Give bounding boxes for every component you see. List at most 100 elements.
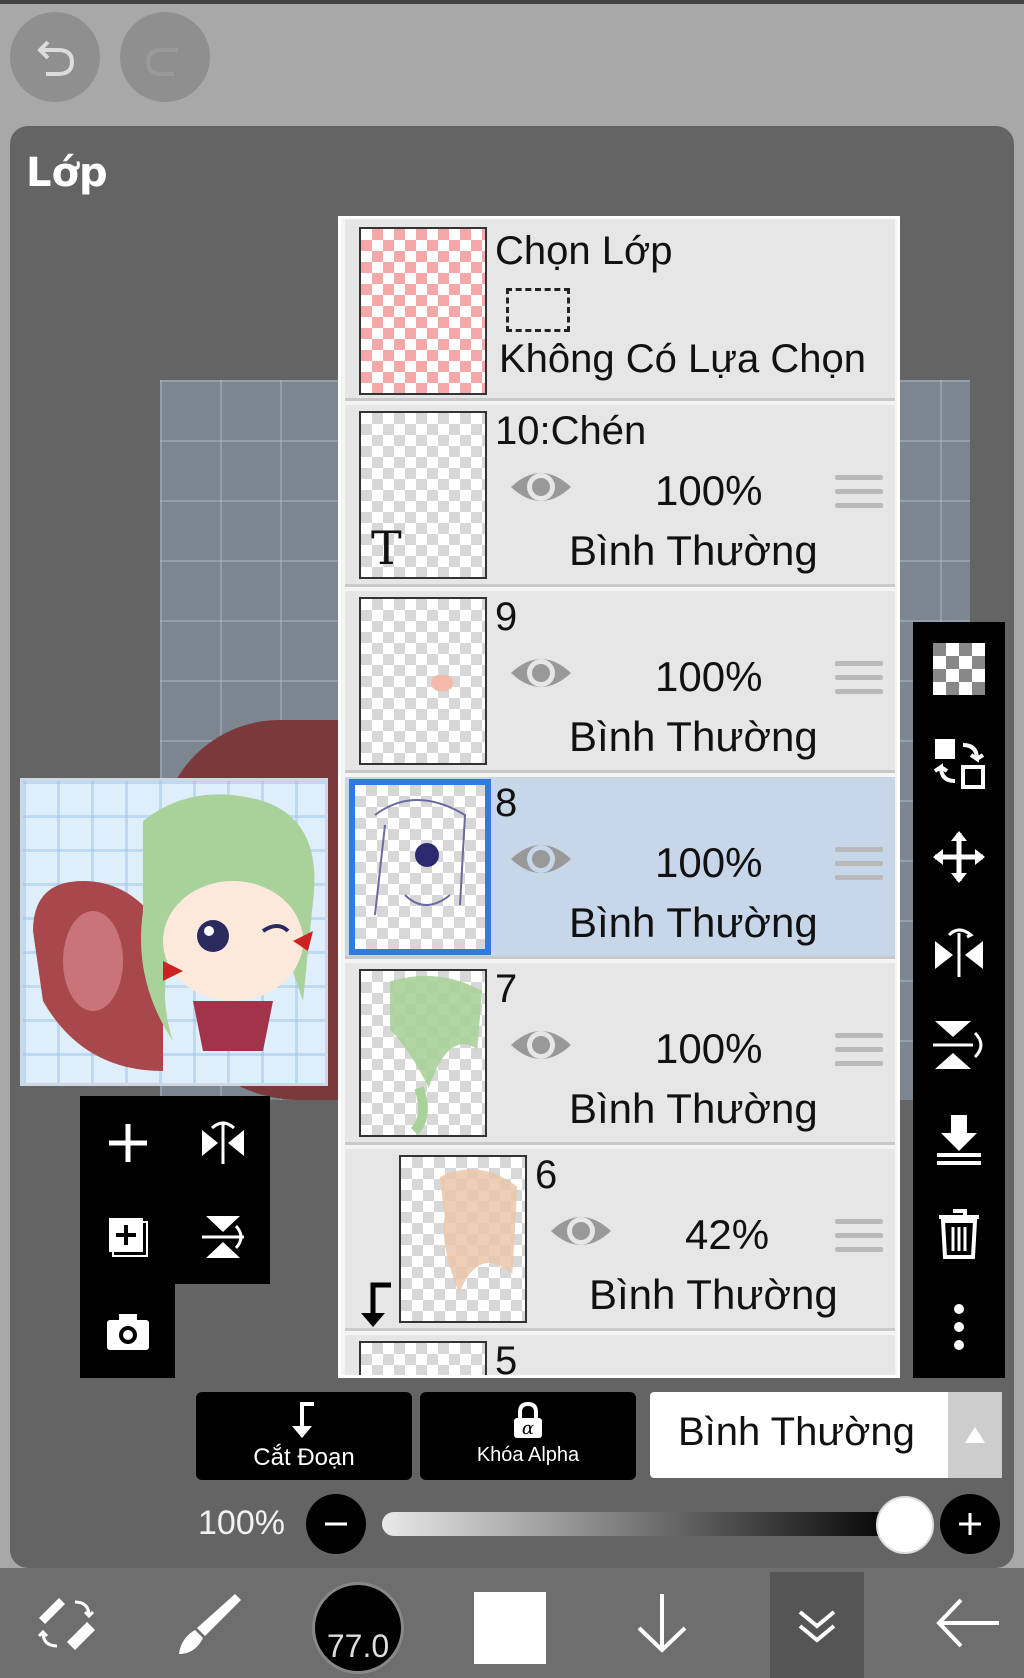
layer-thumbnail xyxy=(349,779,491,955)
flip-vertical-button[interactable] xyxy=(175,1190,270,1284)
layer-name: 8 xyxy=(495,781,518,825)
eye-icon[interactable] xyxy=(509,1023,573,1067)
layer-row[interactable]: 7 100% Bình Thường xyxy=(345,963,895,1145)
flip-vertical-icon xyxy=(201,1216,244,1258)
opacity-slider[interactable] xyxy=(382,1512,902,1536)
add-layer-button[interactable] xyxy=(80,1096,175,1190)
blend-mode-value: Bình Thường xyxy=(678,1410,915,1454)
canvas-preview[interactable] xyxy=(20,778,328,1086)
camera-button[interactable] xyxy=(80,1284,175,1378)
redo-button[interactable] xyxy=(120,12,210,102)
selection-layer-subtitle: Không Có Lựa Chọn xyxy=(499,337,867,381)
merge-down-button[interactable] xyxy=(913,1092,1005,1186)
right-tool-strip xyxy=(913,622,1005,1378)
drag-handle-icon[interactable] xyxy=(835,475,883,515)
undo-button[interactable] xyxy=(10,12,100,102)
alpha-lock-label: Khóa Alpha xyxy=(476,1444,580,1466)
flip-vertical-tool[interactable] xyxy=(913,998,1005,1092)
arrow-left-icon xyxy=(936,1598,999,1648)
eye-icon[interactable] xyxy=(509,651,573,695)
selection-layer-row[interactable]: Chọn Lớp Không Có Lựa Chọn xyxy=(345,219,895,401)
layers-button[interactable] xyxy=(770,1568,864,1678)
undo-icon xyxy=(37,40,75,76)
move-button[interactable] xyxy=(913,810,1005,904)
opacity-increase-button[interactable] xyxy=(940,1494,1000,1554)
blend-mode-select[interactable]: Bình Thường xyxy=(650,1392,1002,1478)
selection-layer-thumbnail xyxy=(359,227,487,395)
drag-handle-icon[interactable] xyxy=(835,847,883,887)
plus-icon xyxy=(959,1513,981,1535)
flip-horizontal-tool[interactable] xyxy=(913,904,1005,998)
preview-artwork xyxy=(33,794,315,1071)
back-button[interactable] xyxy=(922,1568,1014,1678)
layer-down-button[interactable] xyxy=(616,1568,708,1678)
eye-icon[interactable] xyxy=(509,837,573,881)
flip-horizontal-button[interactable] xyxy=(175,1096,270,1190)
camera-icon xyxy=(106,1314,149,1350)
layer-name: 6 xyxy=(535,1153,558,1197)
layer-name: 5 xyxy=(495,1339,518,1378)
flip-horizontal-icon xyxy=(935,928,983,977)
layer-row[interactable]: T 10:Chén 100% Bình Thường xyxy=(345,405,895,587)
selection-layer-title: Chọn Lớp xyxy=(495,229,673,273)
layer-list[interactable]: Chọn Lớp Không Có Lựa Chọn T 10:Chén 100… xyxy=(338,216,900,1378)
duplicate-layer-button[interactable] xyxy=(80,1190,175,1284)
plus-icon xyxy=(108,1124,147,1162)
layer-thumbnail xyxy=(359,969,487,1137)
brush-button[interactable] xyxy=(164,1568,256,1678)
alpha-lock-button[interactable]: α Khóa Alpha xyxy=(420,1392,636,1480)
drag-handle-icon[interactable] xyxy=(835,1033,883,1073)
layer-name: 9 xyxy=(495,595,518,639)
brush-size-value: 77.0 xyxy=(326,1628,390,1664)
minus-icon xyxy=(325,1522,347,1526)
text-layer-glyph: T xyxy=(371,521,402,575)
flip-vertical-icon xyxy=(933,1021,983,1069)
drag-handle-icon[interactable] xyxy=(835,1219,883,1259)
delete-layer-button[interactable] xyxy=(913,1186,1005,1280)
eye-icon[interactable] xyxy=(549,1209,613,1253)
layer-opacity: 100% xyxy=(655,839,763,886)
layer-shading-shape xyxy=(439,1169,518,1294)
top-strip xyxy=(0,0,1024,4)
layer-name: 7 xyxy=(495,967,518,1011)
redo-icon xyxy=(145,48,178,76)
opacity-decrease-button[interactable] xyxy=(306,1494,366,1554)
eye-icon[interactable] xyxy=(509,465,573,509)
layer-row-selected[interactable]: 8 100% Bình Thường xyxy=(345,777,895,959)
selection-frame-icon xyxy=(506,288,570,332)
color-swatch-button[interactable] xyxy=(474,1592,546,1664)
tool-switch-button[interactable] xyxy=(20,1568,112,1678)
layer-sketch xyxy=(374,799,467,916)
lock-icon: α xyxy=(514,1401,542,1439)
layer-opacity: 42% xyxy=(685,1211,770,1258)
more-vertical-icon xyxy=(954,1304,964,1350)
brush-size-button[interactable]: 77.0 xyxy=(312,1582,404,1674)
layer-opacity: 100% xyxy=(655,467,763,514)
trash-icon xyxy=(939,1209,979,1259)
left-tool-block xyxy=(80,1096,270,1378)
layer-row-clipped[interactable]: 6 42% Bình Thường xyxy=(345,1149,895,1331)
drag-handle-icon[interactable] xyxy=(835,661,883,701)
opacity-slider-knob[interactable] xyxy=(876,1496,934,1554)
clipping-arrow-icon xyxy=(292,1402,314,1438)
layer-thumbnail xyxy=(359,1341,487,1375)
clipping-button[interactable]: Cắt Đoạn xyxy=(196,1392,412,1480)
panel-title: Lớp xyxy=(26,150,108,196)
merge-down-icon xyxy=(937,1115,981,1165)
layer-blend-mode: Bình Thường xyxy=(569,527,818,574)
chevron-up-icon xyxy=(948,1392,1002,1478)
checkerboard-icon xyxy=(933,643,985,695)
layer-row[interactable]: 5 xyxy=(345,1335,895,1378)
layer-opacity: 100% xyxy=(655,1025,763,1072)
layer-name: 10:Chén xyxy=(495,409,647,453)
layer-opacity: 100% xyxy=(655,653,763,700)
layer-blend-mode: Bình Thường xyxy=(569,713,818,760)
layer-thumbnail: T xyxy=(359,411,487,579)
layer-row[interactable]: 9 100% Bình Thường xyxy=(345,591,895,773)
transparency-button[interactable] xyxy=(913,622,1005,716)
layer-thumbnail xyxy=(359,597,487,765)
more-options-button[interactable] xyxy=(913,1280,1005,1374)
swap-layer-button[interactable] xyxy=(913,716,1005,810)
opacity-value-label: 100% xyxy=(198,1504,285,1542)
double-chevron-down-icon xyxy=(798,1610,836,1643)
